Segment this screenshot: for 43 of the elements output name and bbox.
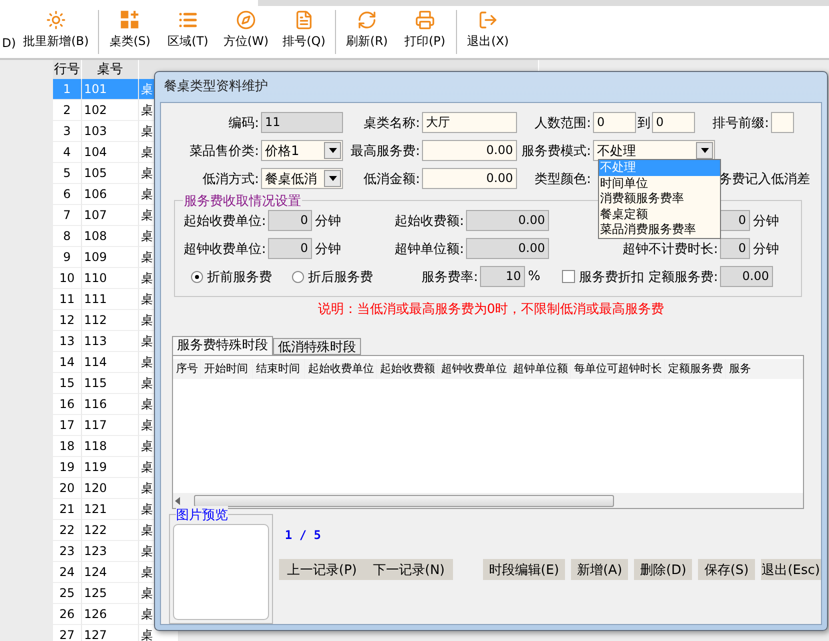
unit-label: 分钟 bbox=[315, 212, 341, 230]
column-header: 桌号 bbox=[82, 60, 139, 79]
unit-label: 分钟 bbox=[753, 240, 779, 258]
column-header: 每单位可超钟时长 bbox=[571, 359, 665, 379]
field-label: 编码: bbox=[228, 114, 260, 132]
group-title: 服务费收取情况设置 bbox=[183, 192, 302, 210]
unit-label: 分钟 bbox=[753, 212, 779, 230]
column-header: 结束时间 bbox=[253, 359, 305, 379]
column-header: 超钟单位额 bbox=[510, 359, 571, 379]
column-header: 定额服务费 bbox=[665, 359, 726, 379]
field-label: 超钟收费单位: bbox=[182, 240, 267, 258]
range-separator: 到 bbox=[636, 114, 652, 132]
column-header: 起始收费额 bbox=[377, 359, 438, 379]
group-title: 图片预览 bbox=[176, 506, 228, 524]
field-label: 类型颜色: bbox=[534, 170, 592, 188]
field-label: 服务费模式: bbox=[520, 142, 592, 160]
field-label: 定额服务费: bbox=[648, 268, 719, 286]
field-label: 人数范围: bbox=[534, 114, 592, 132]
field-label: 起始收费额: bbox=[394, 212, 465, 230]
column-header: 超钟收费单位 bbox=[438, 359, 510, 379]
field-label: 低消金额: bbox=[362, 170, 421, 188]
window-title: 餐桌类型资料维护 bbox=[163, 78, 269, 96]
unit-label: 分钟 bbox=[315, 240, 341, 258]
column-header: 服务 bbox=[726, 359, 803, 379]
note-text: 说明：当低消或最高服务费为0时，不限制低消或最高服务费 bbox=[316, 301, 666, 318]
checkbox-label: 服务费折扣 bbox=[579, 268, 644, 286]
field-label: 超钟单位额: bbox=[394, 240, 465, 258]
field-label: 桌类名称: bbox=[362, 114, 421, 132]
unit-label: % bbox=[528, 269, 538, 284]
radio-label: 折前服务费 bbox=[207, 268, 272, 286]
field-label: 服务费率: bbox=[420, 268, 479, 286]
column-header: 开始时间 bbox=[201, 359, 253, 379]
radio-label: 折后服务费 bbox=[308, 268, 373, 286]
column-header: 序号 bbox=[173, 359, 201, 379]
column-header: 起始收费单位 bbox=[305, 359, 377, 379]
field-label: 低消方式: bbox=[202, 170, 260, 188]
field-label: 菜品售价类: bbox=[188, 142, 260, 160]
field-label: 排号前缀: bbox=[712, 114, 770, 132]
field-label: 起始收费单位: bbox=[182, 212, 267, 230]
record-counter: 1 / 5 bbox=[284, 528, 322, 544]
field-label: 超钟不计费时长: bbox=[622, 240, 719, 258]
column-header: 行号 bbox=[53, 60, 82, 79]
field-label: 最高服务费: bbox=[350, 142, 421, 160]
